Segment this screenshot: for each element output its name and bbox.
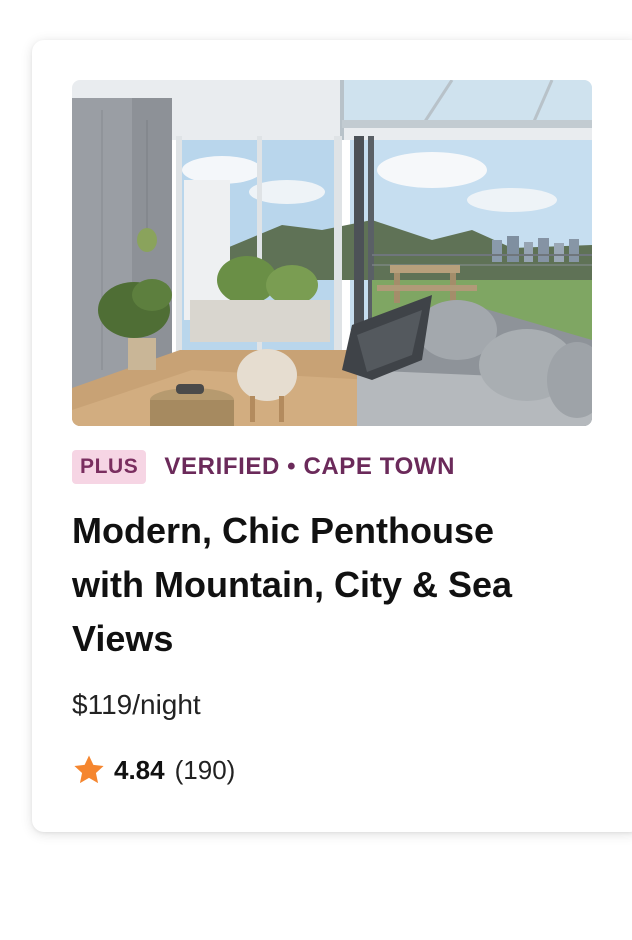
listing-card[interactable]: PLUS VERIFIED • CAPE TOWN Modern, Chic P… <box>32 40 632 832</box>
plus-badge: PLUS <box>72 450 147 484</box>
listing-photo[interactable] <box>72 80 592 426</box>
verified-location: VERIFIED • CAPE TOWN <box>164 453 456 480</box>
rating: 4.84 (190) <box>72 753 235 787</box>
review-count: (190) <box>174 754 236 785</box>
listing-title[interactable]: Modern, Chic Penthouse with Mountain, Ci… <box>72 504 572 666</box>
listing-price: $119/night <box>72 689 201 720</box>
star-shape <box>74 755 104 784</box>
listing-tags: PLUS VERIFIED • CAPE TOWN <box>72 449 455 485</box>
rating-value: 4.84 <box>114 754 165 785</box>
star-icon <box>72 753 106 787</box>
